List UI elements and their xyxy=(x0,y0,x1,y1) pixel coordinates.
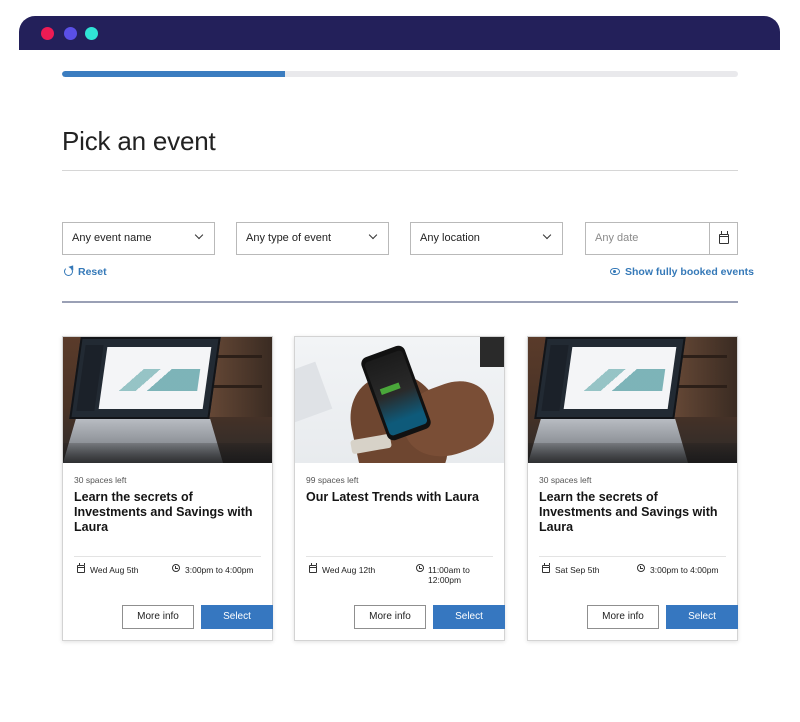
select-button[interactable]: Select xyxy=(666,605,738,629)
location-select-value: Any location xyxy=(420,232,480,244)
event-card: 99 spaces left Our Latest Trends with La… xyxy=(294,336,505,641)
laptop-image xyxy=(63,337,272,463)
refresh-icon[interactable] xyxy=(64,267,73,276)
clock-icon xyxy=(172,564,180,572)
more-info-button[interactable]: More info xyxy=(587,605,659,629)
window-titlebar xyxy=(19,16,780,50)
date-input-placeholder: Any date xyxy=(595,232,639,244)
event-type-select-value: Any type of event xyxy=(246,232,331,244)
calendar-icon xyxy=(542,563,550,573)
date-picker-button[interactable] xyxy=(709,223,737,254)
event-meta: Sat Sep 5th 3:00pm to 4:00pm xyxy=(539,557,726,579)
progress-bar-fill xyxy=(62,71,286,77)
select-button[interactable]: Select xyxy=(433,605,505,629)
calendar-icon xyxy=(309,563,317,573)
event-meta: Wed Aug 5th 3:00pm to 4:00pm xyxy=(74,557,261,579)
progress-bar xyxy=(62,71,738,77)
calendar-icon xyxy=(77,563,85,573)
close-window-dot[interactable] xyxy=(41,27,54,40)
minimize-window-dot[interactable] xyxy=(64,27,77,40)
more-info-button[interactable]: More info xyxy=(354,605,426,629)
chevron-down-icon xyxy=(194,230,204,240)
event-type-select[interactable]: Any type of event xyxy=(236,222,389,255)
event-date: Wed Aug 12th xyxy=(322,565,376,575)
eye-icon[interactable] xyxy=(610,268,620,275)
date-input[interactable]: Any date xyxy=(585,222,738,255)
clock-icon xyxy=(416,564,424,572)
calendar-icon xyxy=(719,231,729,244)
chevron-down-icon xyxy=(542,230,552,240)
show-fully-booked-link[interactable]: Show fully booked events xyxy=(625,266,754,278)
reset-link[interactable]: Reset xyxy=(78,266,107,278)
event-name-select[interactable]: Any event name xyxy=(62,222,215,255)
event-name-select-value: Any event name xyxy=(72,232,152,244)
event-time: 11:00am to 12:00pm xyxy=(428,565,470,585)
spaces-left: 30 spaces left xyxy=(74,475,127,485)
clock-icon xyxy=(637,564,645,572)
location-select[interactable]: Any location xyxy=(410,222,563,255)
more-info-button[interactable]: More info xyxy=(122,605,194,629)
event-time: 3:00pm to 4:00pm xyxy=(185,565,254,575)
laptop-image xyxy=(528,337,737,463)
event-card: 30 spaces left Learn the secrets of Inve… xyxy=(62,336,273,641)
event-time: 3:00pm to 4:00pm xyxy=(650,565,719,575)
event-meta: Wed Aug 12th 11:00am to 12:00pm xyxy=(306,557,493,585)
event-card: 30 spaces left Learn the secrets of Inve… xyxy=(527,336,738,641)
select-button[interactable]: Select xyxy=(201,605,273,629)
event-title: Learn the secrets of Investments and Sav… xyxy=(539,490,718,534)
title-divider xyxy=(62,170,738,171)
spaces-left: 30 spaces left xyxy=(539,475,592,485)
spaces-left: 99 spaces left xyxy=(306,475,359,485)
maximize-window-dot[interactable] xyxy=(85,27,98,40)
event-date: Wed Aug 5th xyxy=(90,565,139,575)
filter-divider xyxy=(62,301,738,303)
event-date: Sat Sep 5th xyxy=(555,565,600,575)
event-title: Our Latest Trends with Laura xyxy=(306,490,479,504)
phone-image xyxy=(295,337,504,463)
event-title: Learn the secrets of Investments and Sav… xyxy=(74,490,253,534)
page-title: Pick an event xyxy=(62,126,216,156)
chevron-down-icon xyxy=(368,230,378,240)
